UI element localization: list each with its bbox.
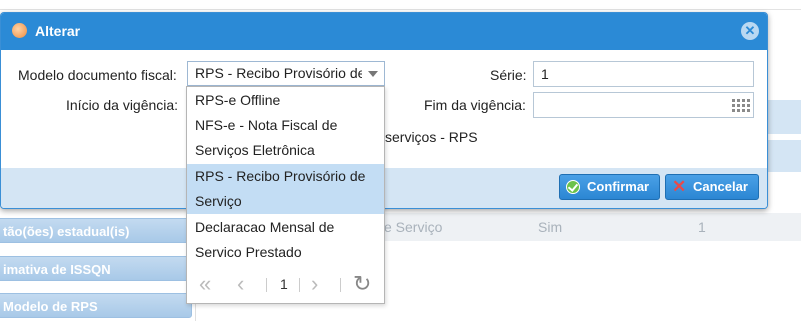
- close-icon[interactable]: ✕: [741, 22, 759, 40]
- dropdown-option[interactable]: RPS-e Offline: [187, 88, 384, 113]
- pager-separator: [266, 278, 267, 292]
- dropdown-pager: « ‹ 1 › ↻: [187, 267, 384, 303]
- cancel-button[interactable]: ✕ Cancelar: [665, 174, 759, 200]
- cancel-button-label: Cancelar: [693, 179, 748, 194]
- fim-vigencia-label: Fim da vigência:: [424, 97, 526, 113]
- dropdown-option-selected[interactable]: RPS - Recibo Provisório de Serviço: [187, 164, 384, 214]
- table-cell-description: e Serviço: [384, 219, 443, 235]
- modelo-dropdown-list: RPS-e Offline NFS-e - Nota Fiscal de Ser…: [186, 86, 385, 304]
- prev-page-icon[interactable]: ‹: [237, 271, 244, 297]
- refresh-icon[interactable]: ↻: [353, 271, 371, 297]
- inicio-vigencia-label: Início da vigência:: [66, 97, 179, 113]
- side-button-issqn-estimate[interactable]: imativa de ISSQN: [0, 256, 192, 281]
- pager-separator: [340, 278, 341, 292]
- calendar-icon[interactable]: [732, 98, 750, 112]
- check-icon: [566, 180, 580, 194]
- serie-input[interactable]: 1: [533, 61, 754, 87]
- background-top-bar: [0, 0, 801, 10]
- modelo-select[interactable]: RPS - Recibo Provisório de Serviços: [187, 61, 385, 86]
- pager-separator: [299, 278, 300, 292]
- cancel-x-icon: ✕: [672, 177, 687, 196]
- dialog-title: Alterar: [35, 23, 81, 39]
- confirm-button-label: Confirmar: [587, 179, 650, 194]
- modelo-label: Modelo documento fiscal:: [18, 67, 177, 83]
- next-page-icon[interactable]: ›: [311, 271, 318, 297]
- side-button-rps-model[interactable]: Modelo de RPS: [0, 293, 192, 318]
- first-page-icon[interactable]: «: [199, 271, 211, 297]
- modelo-select-value: RPS - Recibo Provisório de Serviços: [195, 65, 384, 81]
- fim-vigencia-input[interactable]: [533, 92, 754, 118]
- table-cell-series: 1: [698, 219, 706, 235]
- confirm-button[interactable]: Confirmar: [559, 174, 660, 200]
- dialog-titlebar[interactable]: Alterar ✕: [1, 13, 767, 50]
- page-number: 1: [280, 276, 288, 292]
- table-row[interactable]: e Serviço Sim 1: [384, 213, 801, 241]
- side-button-state-registration[interactable]: tão(ões) estadual(is): [0, 218, 192, 243]
- dropdown-option[interactable]: Declaracao Mensal de Servico Prestado: [187, 215, 384, 265]
- description-text: serviços - RPS: [385, 129, 478, 145]
- dropdown-option[interactable]: NFS-e - Nota Fiscal de Serviços Eletrôni…: [187, 113, 384, 163]
- chevron-down-icon[interactable]: [362, 62, 384, 85]
- table-cell-active: Sim: [538, 219, 563, 235]
- serie-label: Série:: [490, 67, 527, 83]
- app-logo-icon: [12, 23, 27, 38]
